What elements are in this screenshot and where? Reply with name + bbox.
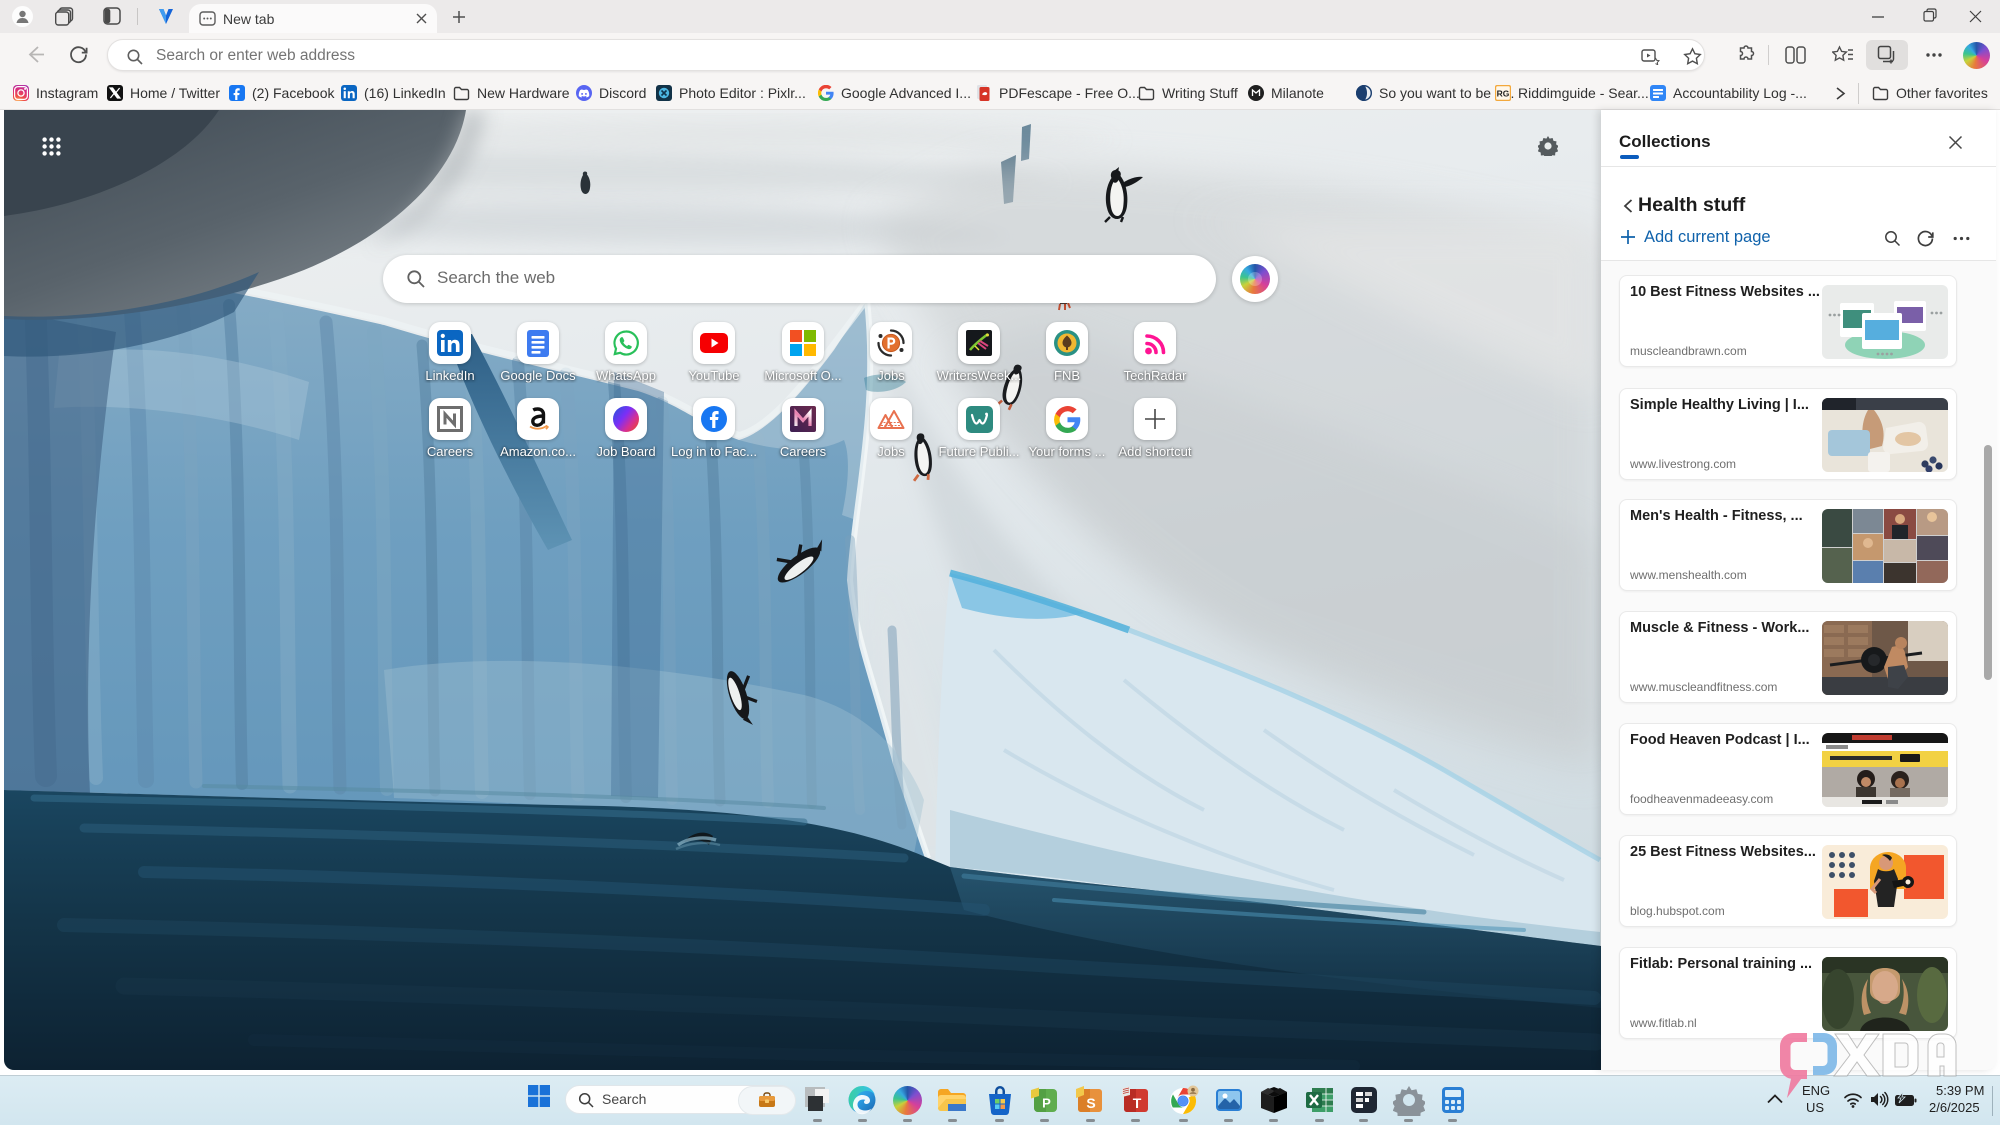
svg-text:RG: RG	[1497, 89, 1510, 99]
svg-text:T: T	[1133, 1095, 1142, 1111]
svg-text:P: P	[1042, 1096, 1051, 1111]
svg-text:S: S	[1086, 1095, 1095, 1111]
